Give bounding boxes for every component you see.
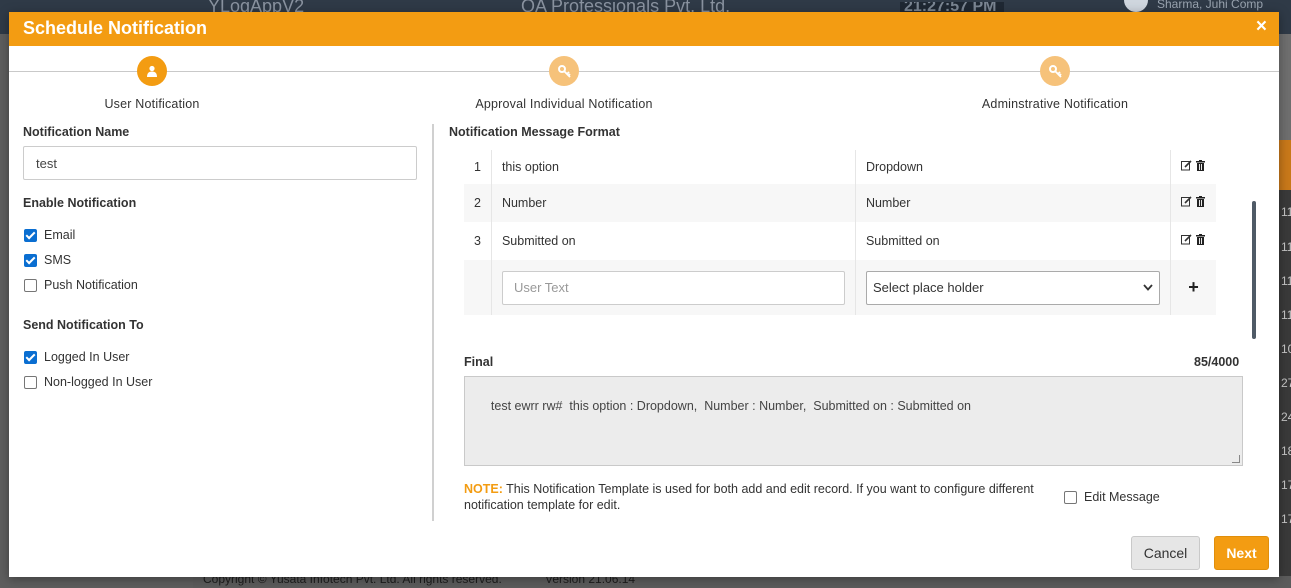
- non-logged-in-user-checkbox-row[interactable]: Non-logged In User: [24, 374, 152, 390]
- background-footer: Copyright © Yusata Infotech Pvt. Ltd. Al…: [193, 572, 1291, 588]
- final-label: Final: [464, 355, 494, 369]
- user-icon: [137, 56, 167, 86]
- row-number: 3: [464, 222, 492, 260]
- edit-icon[interactable]: [1180, 160, 1192, 171]
- edit-icon[interactable]: [1180, 196, 1192, 207]
- background-row-number: 24: [1281, 410, 1291, 424]
- trash-icon[interactable]: [1195, 234, 1206, 245]
- email-checkbox-label: Email: [44, 228, 76, 242]
- background-row-number: 18: [1281, 444, 1291, 458]
- panel-divider: [432, 124, 434, 521]
- trash-icon[interactable]: [1195, 160, 1206, 171]
- row-text: this option: [491, 150, 856, 184]
- stepper-line: [9, 71, 1279, 72]
- trash-icon[interactable]: [1195, 196, 1206, 207]
- chevron-down-icon: [1143, 284, 1153, 291]
- push-notification-checkbox[interactable]: [24, 278, 37, 292]
- row-number: 2: [464, 184, 492, 222]
- user-text-input[interactable]: User Text: [501, 270, 845, 305]
- enable-notification-label: Enable Notification: [23, 196, 137, 210]
- row-actions: [1170, 150, 1216, 184]
- key-icon: [549, 56, 579, 86]
- row-number: 1: [464, 150, 492, 184]
- background-row-number: 11: [1281, 240, 1291, 254]
- email-checkbox[interactable]: [24, 228, 37, 242]
- modal-title: Schedule Notification: [23, 18, 208, 38]
- sms-checkbox-label: SMS: [44, 253, 72, 267]
- sms-checkbox[interactable]: [24, 253, 37, 267]
- final-character-count: 85/4000: [1194, 355, 1240, 369]
- email-checkbox-row[interactable]: Email: [24, 227, 75, 243]
- sms-checkbox-row[interactable]: SMS: [24, 252, 71, 268]
- background-row-number: 17: [1281, 512, 1291, 526]
- table-row: 1 this option Dropdown: [464, 150, 1216, 184]
- edit-message-checkbox-row[interactable]: Edit Message: [1064, 490, 1160, 504]
- new-row-text-cell: User Text: [491, 260, 856, 315]
- add-row-button[interactable]: +: [1188, 277, 1199, 297]
- row-text: Submitted on: [491, 222, 856, 260]
- notification-name-label: Notification Name: [23, 125, 130, 139]
- message-format-table: 1 this option Dropdown 2 Number Number 3…: [464, 150, 1216, 315]
- row-placeholder: Dropdown: [855, 150, 1171, 184]
- logged-in-user-checkbox-row[interactable]: Logged In User: [24, 349, 129, 365]
- notification-name-input[interactable]: [23, 146, 417, 180]
- message-format-label: Notification Message Format: [449, 125, 620, 139]
- note-text: NOTE: This Notification Template is used…: [464, 481, 1039, 513]
- step-label: Adminstrative Notification: [981, 97, 1129, 111]
- placeholder-select-value: Select place holder: [872, 280, 984, 295]
- logged-in-user-checkbox[interactable]: [24, 350, 37, 364]
- background-right-header: [1279, 140, 1291, 190]
- key-icon: [1040, 56, 1070, 86]
- new-row: User Text Select place holder +: [464, 260, 1216, 315]
- edit-icon[interactable]: [1180, 234, 1192, 245]
- non-logged-in-user-checkbox-label: Non-logged In User: [44, 375, 153, 389]
- step-label: User Notification: [104, 97, 200, 111]
- new-row-number: [464, 260, 492, 315]
- send-notification-to-label: Send Notification To: [23, 318, 144, 332]
- background-user-name: Sharma, Juhi Comp: [1157, 0, 1264, 11]
- logged-in-user-checkbox-label: Logged In User: [44, 350, 130, 364]
- close-icon[interactable]: ×: [1256, 16, 1267, 38]
- push-notification-checkbox-row[interactable]: Push Notification: [24, 277, 138, 293]
- background-row-number: 27: [1281, 376, 1291, 390]
- background-row-number: 11: [1281, 205, 1291, 219]
- table-scrollbar[interactable]: [1252, 201, 1256, 339]
- new-row-actions: +: [1170, 260, 1216, 315]
- note-key: NOTE:: [464, 482, 503, 496]
- row-placeholder: Submitted on: [855, 222, 1171, 260]
- table-row: 2 Number Number: [464, 184, 1216, 222]
- row-actions: [1170, 184, 1216, 222]
- background-row-number: 10: [1281, 342, 1291, 356]
- placeholder-select[interactable]: Select place holder: [865, 270, 1160, 305]
- modal-header: Schedule Notification ×: [9, 12, 1279, 46]
- row-placeholder: Number: [855, 184, 1171, 222]
- schedule-notification-modal: Schedule Notification × User Notificatio…: [9, 12, 1279, 577]
- step-label: Approval Individual Notification: [475, 97, 653, 111]
- edit-message-checkbox[interactable]: [1064, 490, 1077, 504]
- note-body: This Notification Template is used for b…: [464, 482, 1034, 512]
- final-message-textarea[interactable]: test ewrr rw# this option : Dropdown, Nu…: [464, 376, 1243, 466]
- final-message-text: test ewrr rw# this option : Dropdown, Nu…: [490, 399, 971, 413]
- next-button[interactable]: Next: [1214, 536, 1269, 570]
- resize-grip-icon[interactable]: [1232, 455, 1240, 463]
- row-text: Number: [491, 184, 856, 222]
- edit-message-label: Edit Message: [1084, 490, 1160, 504]
- row-actions: [1170, 222, 1216, 260]
- push-notification-checkbox-label: Push Notification: [44, 278, 138, 292]
- new-row-placeholder-cell: Select place holder: [855, 260, 1171, 315]
- non-logged-in-user-checkbox[interactable]: [24, 375, 37, 389]
- table-row: 3 Submitted on Submitted on: [464, 222, 1216, 260]
- cancel-button[interactable]: Cancel: [1131, 536, 1200, 570]
- background-row-number: 17: [1281, 478, 1291, 492]
- background-row-number: 11: [1281, 308, 1291, 322]
- background-row-number: 11: [1281, 274, 1291, 288]
